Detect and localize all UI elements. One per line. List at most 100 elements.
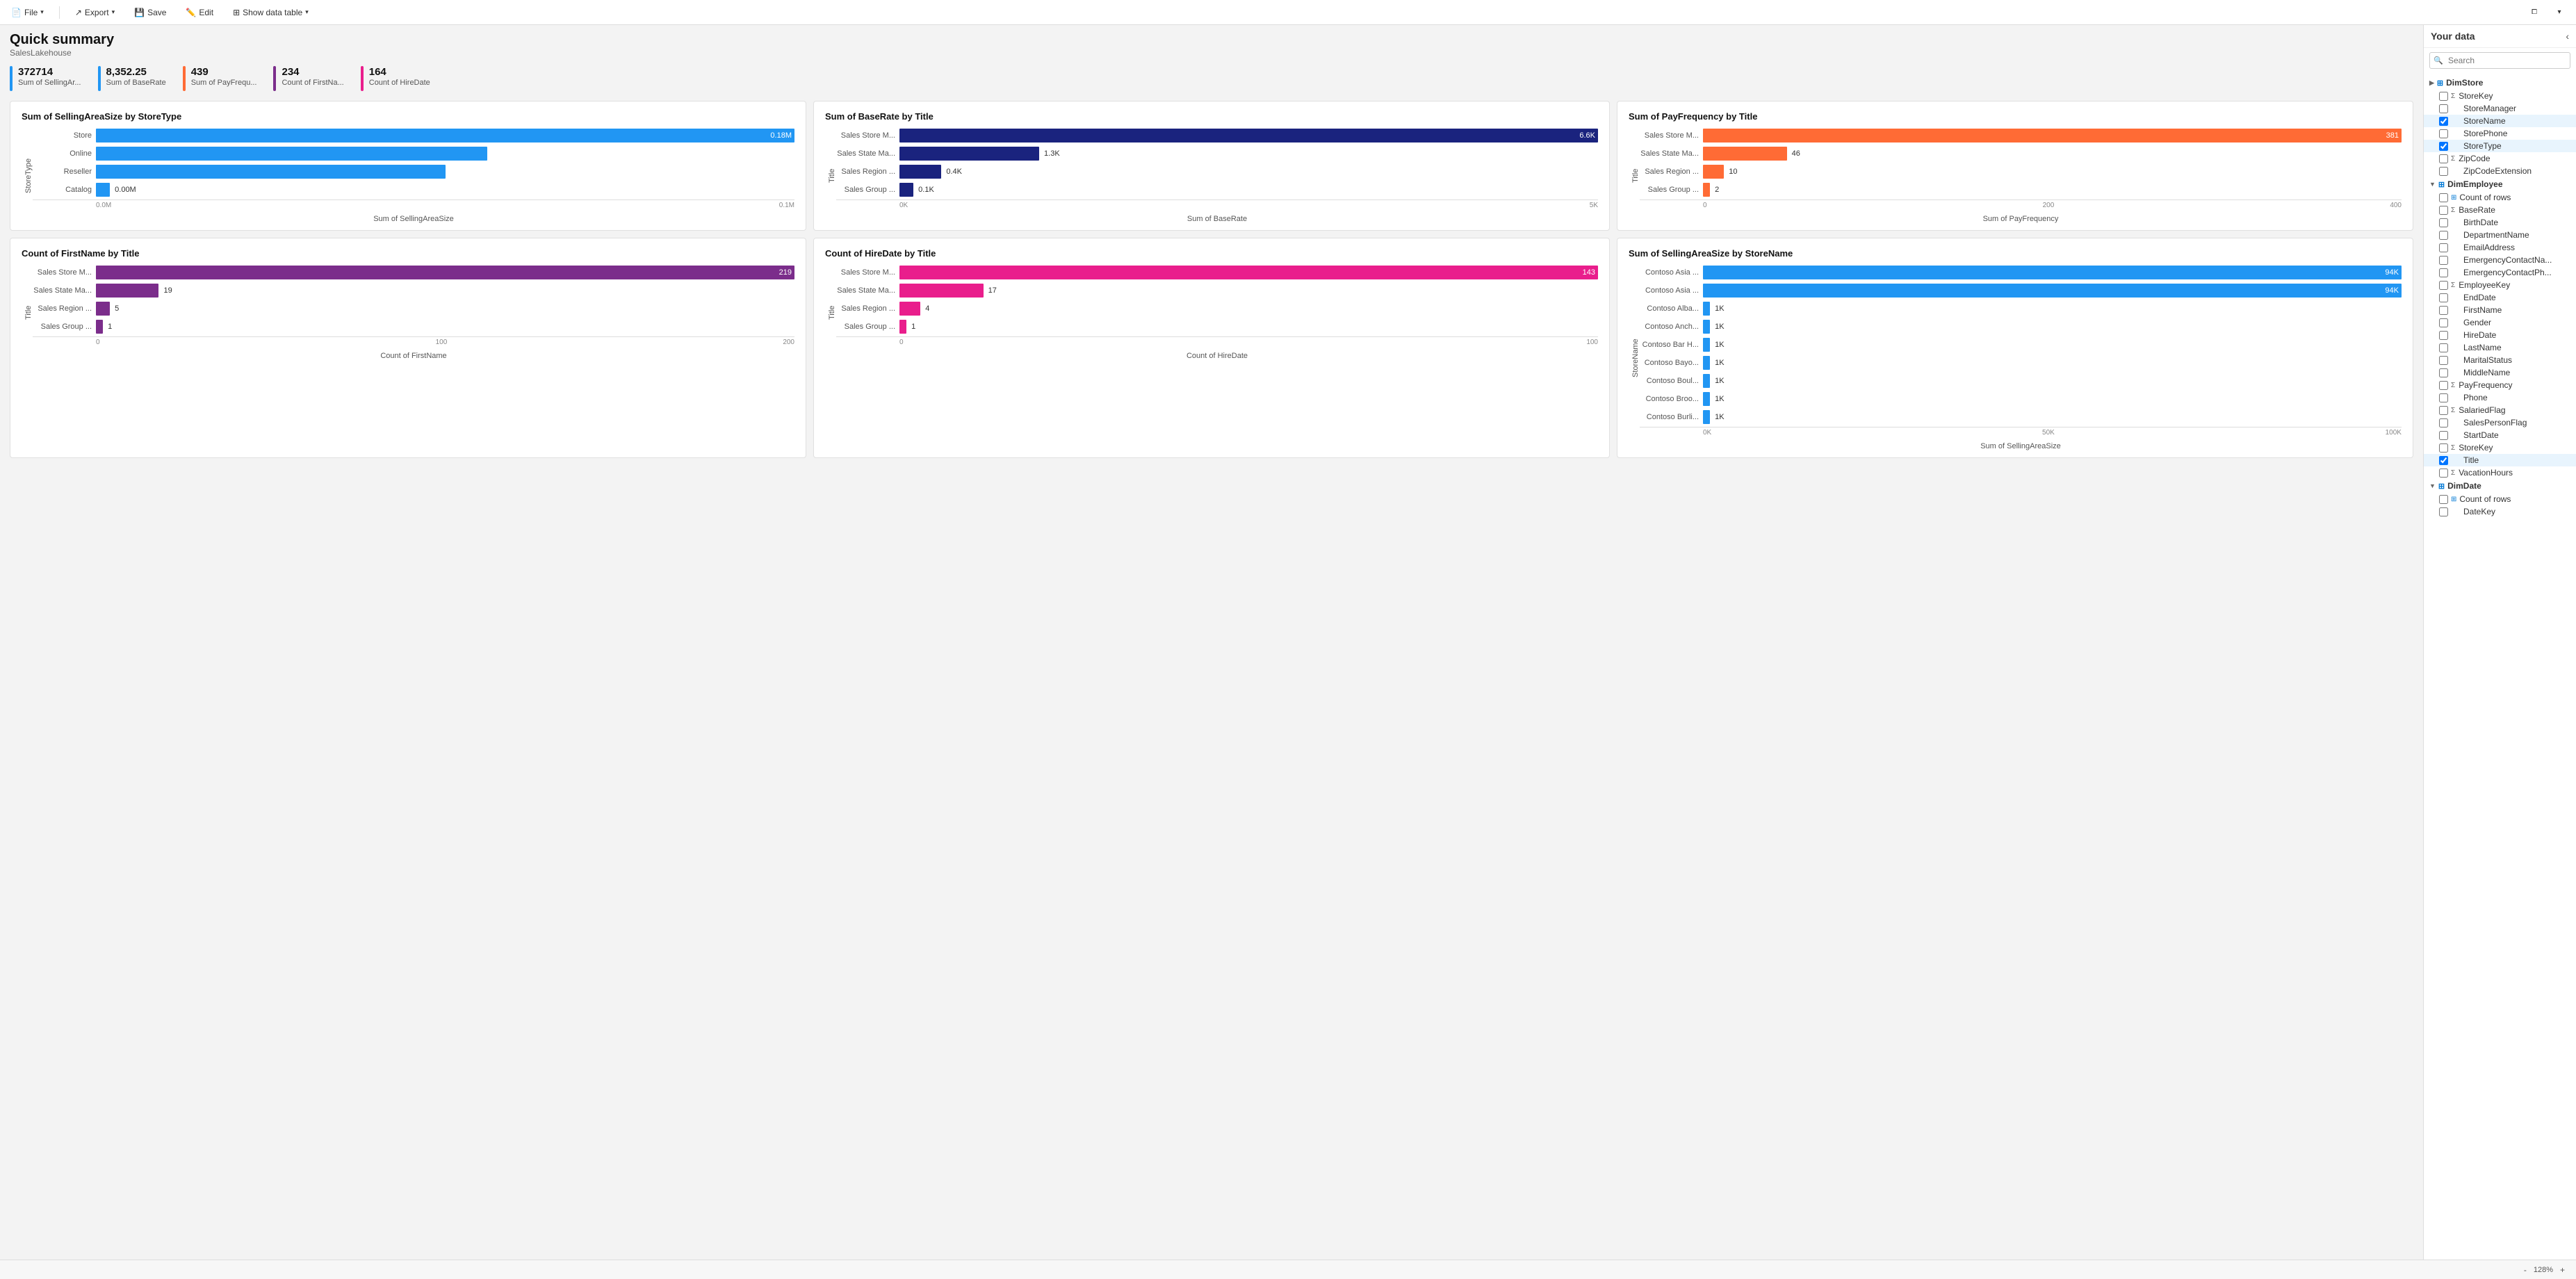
checkbox-date[interactable]: [2439, 495, 2448, 504]
tree-item-emp-storekey[interactable]: Σ StoreKey: [2424, 441, 2576, 454]
checkbox-emp[interactable]: [2439, 256, 2448, 265]
save-button[interactable]: 💾 Save: [130, 5, 170, 20]
kpi-value: 234: [282, 66, 343, 79]
checkbox-emp[interactable]: [2439, 469, 2448, 478]
bar-track: 0.4K: [899, 165, 1598, 179]
tree-group-dimemployee[interactable]: ▼ ⊞ DimEmployee: [2424, 177, 2576, 191]
checkbox-emp[interactable]: [2439, 231, 2448, 240]
tree-item-emp-payfrequency[interactable]: Σ PayFrequency: [2424, 379, 2576, 391]
tree-item-emp-startdate[interactable]: StartDate: [2424, 429, 2576, 441]
checkbox-emp[interactable]: [2439, 418, 2448, 427]
tree-item-storetype[interactable]: StoreType: [2424, 140, 2576, 152]
tree-group-dimstore[interactable]: ▶ ⊞ DimStore: [2424, 76, 2576, 90]
tree-item-emp-salespersonflag[interactable]: SalesPersonFlag: [2424, 416, 2576, 429]
y-axis-label: Title: [825, 129, 836, 223]
bar-row: Online 0.10M: [33, 147, 794, 161]
tree-item-emp-gender[interactable]: Gender: [2424, 316, 2576, 329]
zoom-out-button[interactable]: -: [2521, 1265, 2529, 1275]
tree-item-emp-salariedflag[interactable]: Σ SalariedFlag: [2424, 404, 2576, 416]
edit-button[interactable]: ✏️ Edit: [181, 5, 218, 20]
field-label: EmergencyContactNa...: [2463, 255, 2552, 265]
bar-row: Sales Store M... 6.6K: [836, 129, 1598, 142]
checkbox-emp[interactable]: [2439, 293, 2448, 302]
tree-item-emp-emergencycontactph---[interactable]: EmergencyContactPh...: [2424, 266, 2576, 279]
tree-item-emp-middlename[interactable]: MiddleName: [2424, 366, 2576, 379]
toolbar: 📄 File ▾ ↗ Export ▾ 💾 Save ✏️ Edit ⊞ Sho…: [0, 0, 2576, 25]
tree-group-dimdate[interactable]: ▼ ⊞ DimDate: [2424, 479, 2576, 493]
tree-item-storename[interactable]: StoreName: [2424, 115, 2576, 127]
file-menu[interactable]: 📄 File ▾: [7, 5, 48, 20]
checkbox-emp[interactable]: [2439, 456, 2448, 465]
bar-fill: [1703, 266, 2402, 279]
tree-item-storekey[interactable]: Σ StoreKey: [2424, 90, 2576, 102]
tree-item-emp-hiredate[interactable]: HireDate: [2424, 329, 2576, 341]
bar-value-inside: 381: [2386, 131, 2399, 140]
tree-item-emp-maritalstatus[interactable]: MaritalStatus: [2424, 354, 2576, 366]
tree-item-storemanager[interactable]: StoreManager: [2424, 102, 2576, 115]
checkbox-emp[interactable]: [2439, 381, 2448, 390]
checkbox-emp[interactable]: [2439, 393, 2448, 402]
maximize-button[interactable]: ▾: [2550, 5, 2569, 20]
checkbox-emp[interactable]: [2439, 431, 2448, 440]
checkbox-emp[interactable]: [2439, 268, 2448, 277]
checkbox-emp[interactable]: [2439, 356, 2448, 365]
checkbox-storephone[interactable]: [2439, 129, 2448, 138]
tree-item-emp-employeekey[interactable]: Σ EmployeeKey: [2424, 279, 2576, 291]
export-button[interactable]: ↗ Export ▾: [71, 5, 119, 20]
checkbox-emp[interactable]: [2439, 193, 2448, 202]
bar-label: Sales State Ma...: [33, 286, 92, 295]
sigma-icon: Σ: [2451, 282, 2455, 289]
tree-item-storephone[interactable]: StorePhone: [2424, 127, 2576, 140]
tree-item-emp-vacationhours[interactable]: Σ VacationHours: [2424, 466, 2576, 479]
tree-item-emp-enddate[interactable]: EndDate: [2424, 291, 2576, 304]
checkbox-emp[interactable]: [2439, 306, 2448, 315]
bar-row: Sales Store M... 143: [836, 266, 1598, 279]
tree-item-emp-emergencycontactna---[interactable]: EmergencyContactNa...: [2424, 254, 2576, 266]
tree-item-zipcodeextension[interactable]: ZipCodeExtension: [2424, 165, 2576, 177]
tree-item-date-datekey[interactable]: DateKey: [2424, 505, 2576, 518]
tree-item-emp-firstname[interactable]: FirstName: [2424, 304, 2576, 316]
checkbox-emp[interactable]: [2439, 281, 2448, 290]
bar-value: 46: [1787, 149, 1800, 158]
bar-track: 1K: [1703, 392, 2402, 406]
show-data-table-button[interactable]: ⊞ Show data table ▾: [229, 5, 313, 20]
tree-item-emp-lastname[interactable]: LastName: [2424, 341, 2576, 354]
checkbox-emp[interactable]: [2439, 318, 2448, 327]
checkbox-date[interactable]: [2439, 507, 2448, 516]
checkbox-emp[interactable]: [2439, 206, 2448, 215]
checkbox-emp[interactable]: [2439, 218, 2448, 227]
sigma-icon: Σ: [2451, 92, 2455, 100]
checkbox-emp[interactable]: [2439, 331, 2448, 340]
checkbox-emp[interactable]: [2439, 406, 2448, 415]
search-icon: 🔍: [2434, 56, 2443, 65]
bar-track: 0.00M: [96, 183, 794, 197]
tree-item-zipcode[interactable]: Σ ZipCode: [2424, 152, 2576, 165]
minimize-button[interactable]: ⧠: [2525, 5, 2544, 20]
tree-item-emp-departmentname[interactable]: DepartmentName: [2424, 229, 2576, 241]
search-input[interactable]: [2429, 52, 2570, 69]
bar-label: Store: [33, 131, 92, 140]
checkbox-storekey[interactable]: [2439, 92, 2448, 101]
bar-fill: [899, 302, 920, 316]
tree-item-emp-phone[interactable]: Phone: [2424, 391, 2576, 404]
checkbox-zipcodeextension[interactable]: [2439, 167, 2448, 176]
tree-item-date-count-of-rows[interactable]: ⊞ Count of rows: [2424, 493, 2576, 505]
checkbox-storetype[interactable]: [2439, 142, 2448, 151]
checkbox-emp[interactable]: [2439, 343, 2448, 352]
checkbox-emp[interactable]: [2439, 443, 2448, 453]
checkbox-storemanager[interactable]: [2439, 104, 2448, 113]
collapse-sidebar-icon[interactable]: ‹: [2566, 31, 2569, 42]
tree-item-emp-count-of-rows[interactable]: ⊞ Count of rows: [2424, 191, 2576, 204]
checkbox-storename[interactable]: [2439, 117, 2448, 126]
zoom-in-button[interactable]: +: [2557, 1265, 2568, 1275]
checkbox-emp[interactable]: [2439, 368, 2448, 377]
checkbox-zipcode[interactable]: [2439, 154, 2448, 163]
tree-item-emp-baserate[interactable]: Σ BaseRate: [2424, 204, 2576, 216]
bar-track: 0.10M: [96, 147, 794, 161]
tree-item-emp-title[interactable]: Title: [2424, 454, 2576, 466]
tree-item-emp-emailaddress[interactable]: EmailAddress: [2424, 241, 2576, 254]
checkbox-emp[interactable]: [2439, 243, 2448, 252]
tree-item-emp-birthdate[interactable]: BirthDate: [2424, 216, 2576, 229]
bar-fill: [96, 284, 158, 298]
expand-icon-dimdate: ▼: [2429, 482, 2436, 489]
